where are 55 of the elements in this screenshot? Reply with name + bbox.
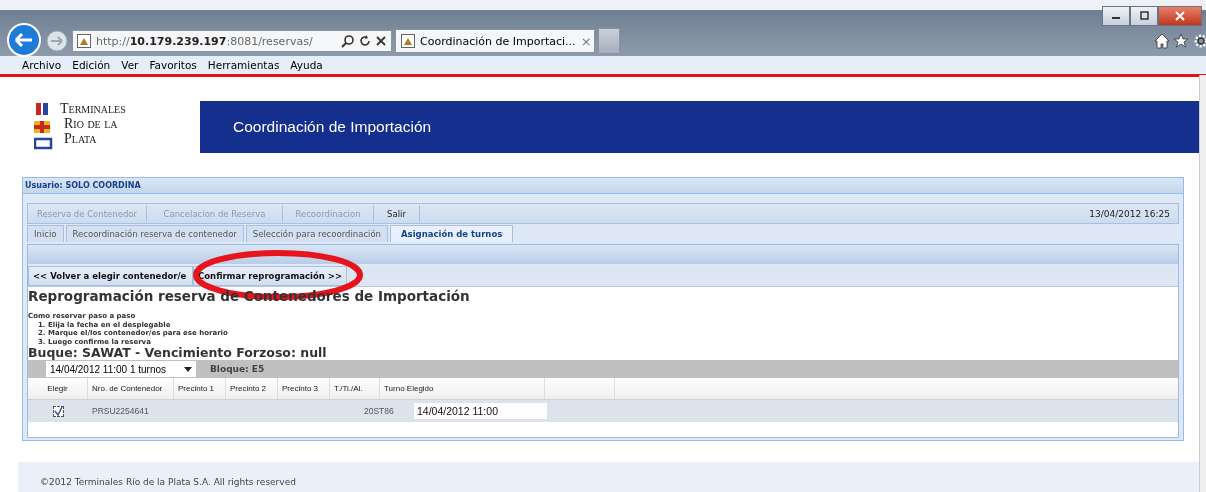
tab[interactable]: Inicio: [27, 225, 64, 242]
restore-button[interactable]: [1130, 6, 1158, 26]
home-icon[interactable]: [1154, 33, 1170, 49]
caret-icon: [184, 366, 192, 372]
address-field[interactable]: http://10.179.239.197:8081/reservas/: [72, 30, 392, 52]
site-icon: [77, 34, 91, 48]
date-label: 13/04/2012 16:25: [1089, 208, 1171, 219]
action-button[interactable]: Confirmar reprogramación >>: [193, 266, 348, 286]
menu-item[interactable]: Ver: [121, 59, 139, 71]
site-icon: [401, 34, 415, 48]
close-icon: [1174, 11, 1186, 21]
table-cell-text: PRSU2254641: [91, 406, 150, 416]
close-button[interactable]: [1158, 6, 1202, 26]
turn-field[interactable]: 14/04/2012 11:00: [414, 403, 547, 419]
star-icon[interactable]: [1173, 33, 1189, 49]
logo-text: Plata: [63, 131, 98, 146]
forward-button[interactable]: [45, 29, 69, 53]
logo-text: Rio de la: [63, 116, 119, 131]
ship-heading: Buque: SAWAT - Vencimiento Forzoso: null: [28, 346, 328, 360]
user-label: Usuario: SOLO COORDINA: [25, 181, 141, 190]
app-title: Coordinación de Importación: [233, 118, 432, 136]
settings-icon[interactable]: [1192, 33, 1206, 49]
logo-text: Terminales: [60, 101, 126, 116]
column-header: Elegir: [28, 378, 88, 399]
menu-item[interactable]: Archivo: [22, 59, 62, 71]
stop-icon[interactable]: [375, 34, 387, 48]
menu-item[interactable]: Herramientas: [207, 59, 280, 71]
table-cell-text: 20ST86: [363, 406, 395, 416]
refresh-icon[interactable]: [359, 34, 371, 48]
tab-title: Coordinación de Importaci...: [420, 34, 576, 48]
tab-close-button[interactable]: ×: [580, 33, 592, 49]
copyright-text: ©2012 Terminales Río de la Plata S.A. All rights reserved: [40, 477, 296, 487]
menu-item[interactable]: Edición: [72, 59, 111, 71]
menu-item[interactable]: Favoritos: [149, 59, 197, 71]
column-header: Turno Elegido: [380, 378, 545, 399]
scrollbar[interactable]: [1199, 75, 1206, 492]
restore-icon: [1138, 11, 1150, 21]
back-button[interactable]: [6, 22, 42, 58]
slot-dropdown[interactable]: 14/04/2012 11:00 1 turnos: [46, 361, 196, 377]
column-header: Nro. de Contenedor: [88, 378, 174, 399]
menu-button[interactable]: Salir: [374, 205, 420, 222]
column-header: Precinto 3: [278, 378, 330, 399]
checkbox[interactable]: [52, 405, 64, 417]
tab[interactable]: Asignación de turnos: [390, 225, 514, 242]
browser-tab[interactable]: Coordinación de Importaci... ×: [395, 29, 595, 53]
tab[interactable]: Recoordinación reserva de contenedor: [65, 225, 244, 242]
column-header: Precinto 2: [226, 378, 278, 399]
column-header: T./Ti./Al.: [330, 378, 380, 399]
action-button[interactable]: << Volver a elegir contenedor/e: [28, 266, 193, 286]
block-label: Bloque: E5: [210, 364, 265, 374]
menu-item[interactable]: Ayuda: [290, 59, 323, 71]
column-header: Precinto 1: [174, 378, 226, 399]
minimize-button[interactable]: [1102, 6, 1130, 26]
tab[interactable]: Selección para recoordinación: [245, 225, 388, 242]
search-icon[interactable]: [341, 34, 355, 48]
